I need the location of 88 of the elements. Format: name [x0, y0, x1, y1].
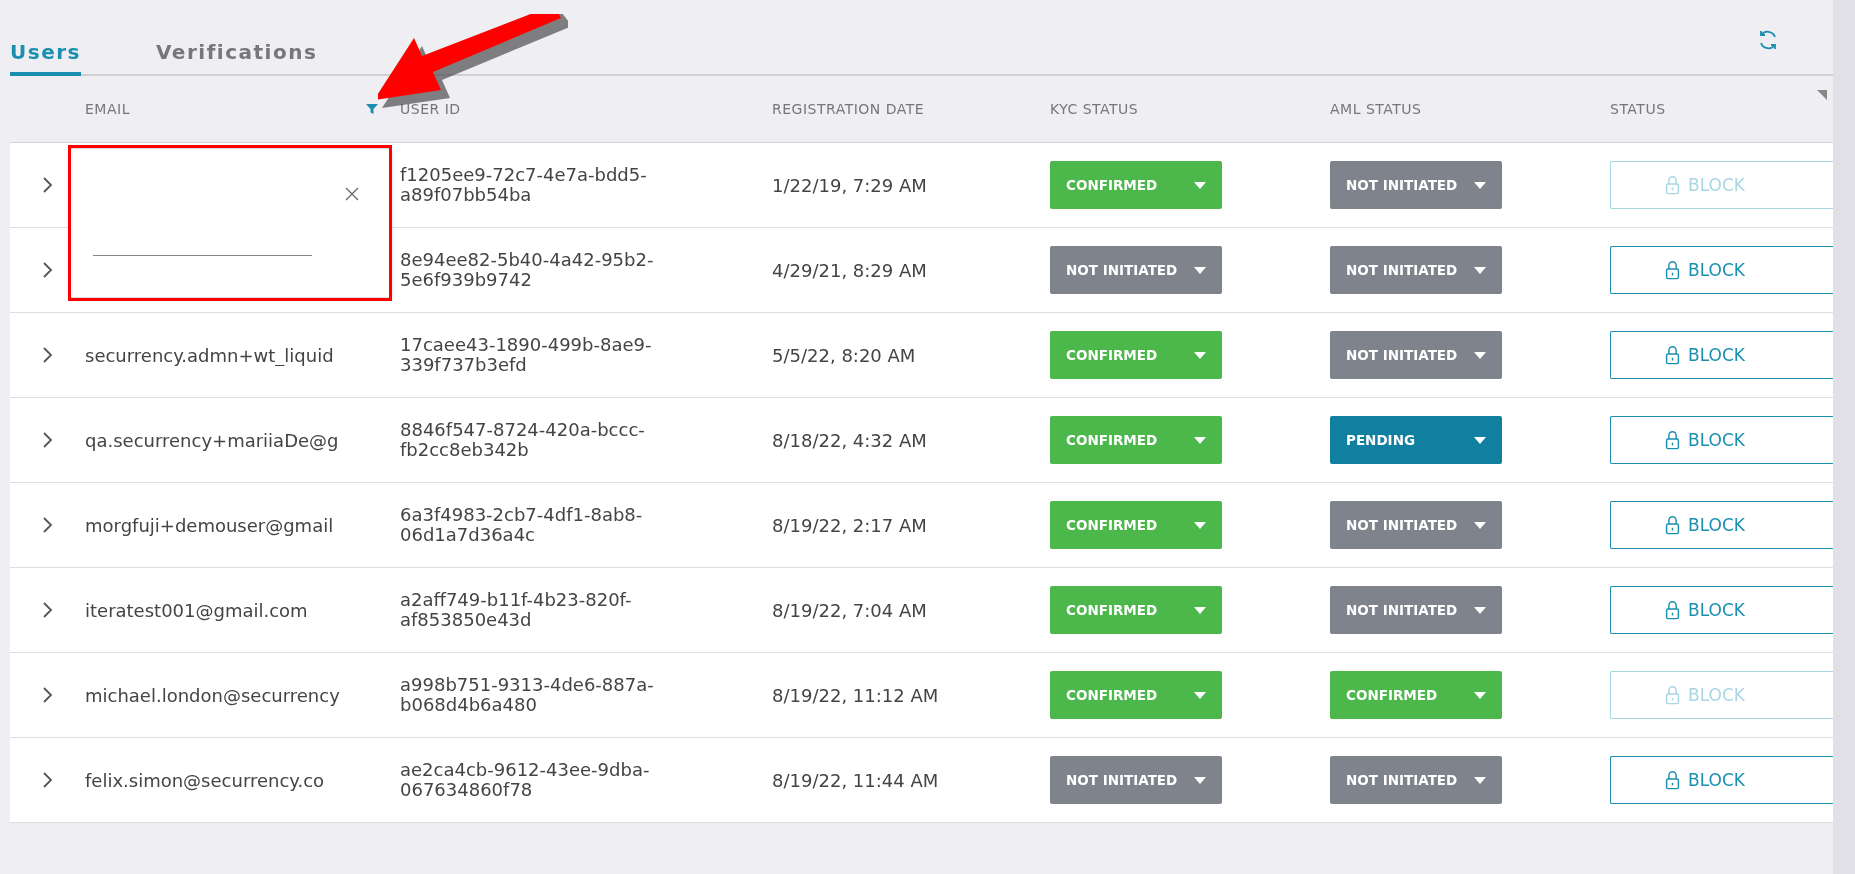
email-cell: michael.london@securrency	[85, 684, 340, 706]
email-cell: qa.securrency+mariiaDe@g	[85, 429, 339, 451]
aml-status-dropdown[interactable]: CONFIRMED	[1330, 671, 1502, 719]
block-button[interactable]: BLOCK	[1610, 756, 1833, 804]
block-button[interactable]: BLOCK	[1610, 331, 1833, 379]
block-button[interactable]: BLOCK	[1610, 246, 1833, 294]
caret-icon	[1474, 181, 1486, 189]
column-header: KYC STATUS	[1050, 101, 1139, 117]
user-id-cell-text: 8e94ee82-5b40-4a42-95b2-5e6f939b9742	[400, 250, 655, 290]
caret-icon	[1194, 266, 1206, 274]
email-cell: iteratest001@gmail.com	[85, 599, 308, 621]
date-cell: 1/22/19, 7:29 AM	[772, 174, 927, 196]
column-header: REGISTRATION DATE	[772, 101, 925, 117]
column-header: STATUS	[1610, 101, 1666, 117]
lock-icon	[1665, 345, 1681, 365]
date-cell: 8/18/22, 4:32 AM	[772, 429, 927, 451]
caret-icon	[1194, 691, 1206, 699]
user-id-cell-text: 17caee43-1890-499b-8ae9-339f737b3efd	[400, 335, 653, 375]
caret-icon	[1194, 776, 1206, 784]
aml-status-dropdown[interactable]: NOT INITIATED	[1330, 331, 1502, 379]
block-button[interactable]: BLOCK	[1610, 416, 1833, 464]
kyc-status-dropdown[interactable]: CONFIRMED	[1050, 331, 1222, 379]
kyc-status-dropdown[interactable]: CONFIRMED	[1050, 586, 1222, 634]
expand-chevron-icon[interactable]	[42, 347, 53, 363]
aml-status-dropdown[interactable]: NOT INITIATED	[1330, 501, 1502, 549]
date-cell: 4/29/21, 8:29 AM	[772, 259, 927, 281]
date-cell: 5/5/22, 8:20 AM	[772, 344, 916, 366]
caret-icon	[1194, 436, 1206, 444]
kyc-status-dropdown[interactable]: CONFIRMED	[1050, 416, 1222, 464]
user-id-cell-text: a998b751-9313-4de6-887a-b068d4b6a480	[400, 675, 655, 715]
tab[interactable]: Verifications	[156, 40, 318, 76]
caret-icon	[1194, 351, 1206, 359]
lock-icon	[1665, 600, 1681, 620]
lock-icon	[1665, 515, 1681, 535]
user-id-cell-text: a2aff749-b11f-4b23-820f-af853850e43d	[400, 590, 633, 630]
user-id-cell-text: 6a3f4983-2cb7-4df1-8ab8-06d1a7d36a4c	[400, 505, 644, 545]
email-cell: felix.simon@securrency.co	[85, 769, 325, 791]
expand-chevron-icon[interactable]	[42, 517, 53, 533]
caret-icon	[1474, 521, 1486, 529]
close-icon[interactable]	[345, 187, 359, 201]
lock-icon	[1665, 770, 1681, 790]
date-cell: 8/19/22, 7:04 AM	[772, 599, 927, 621]
email-cell: morgfuji+demouser@gmail	[85, 514, 334, 536]
caret-icon	[1474, 436, 1486, 444]
user-id-cell-text: f1205ee9-72c7-4e7a-bdd5-a89f07bb54ba	[400, 165, 648, 205]
aml-status-dropdown[interactable]: NOT INITIATED	[1330, 246, 1502, 294]
sort-icon[interactable]	[1817, 90, 1827, 100]
aml-status-dropdown[interactable]: NOT INITIATED	[1330, 161, 1502, 209]
expand-chevron-icon[interactable]	[42, 602, 53, 618]
kyc-status-dropdown[interactable]: CONFIRMED	[1050, 671, 1222, 719]
caret-icon	[1474, 776, 1486, 784]
column-header: EMAIL	[85, 101, 130, 117]
filter-icon[interactable]	[366, 103, 378, 115]
date-cell: 8/19/22, 2:17 AM	[772, 514, 927, 536]
email-cell: securrency.admn+wt_liquid	[85, 344, 334, 366]
date-cell: 8/19/22, 11:44 AM	[772, 769, 939, 791]
expand-chevron-icon[interactable]	[42, 772, 53, 788]
expand-chevron-icon[interactable]	[42, 177, 53, 193]
caret-icon	[1474, 606, 1486, 614]
lock-icon	[1665, 685, 1681, 705]
caret-icon	[1194, 521, 1206, 529]
kyc-status-dropdown[interactable]: NOT INITIATED	[1050, 246, 1222, 294]
caret-icon	[1474, 351, 1486, 359]
column-header: USER ID	[400, 101, 461, 117]
expand-chevron-icon[interactable]	[42, 432, 53, 448]
expand-chevron-icon[interactable]	[42, 687, 53, 703]
block-button[interactable]: BLOCK	[1610, 501, 1833, 549]
kyc-status-dropdown[interactable]: CONFIRMED	[1050, 161, 1222, 209]
lock-icon	[1665, 430, 1681, 450]
lock-icon	[1665, 260, 1681, 280]
caret-icon	[1474, 691, 1486, 699]
aml-status-dropdown[interactable]: NOT INITIATED	[1330, 586, 1502, 634]
aml-status-dropdown[interactable]: NOT INITIATED	[1330, 756, 1502, 804]
lock-icon	[1665, 175, 1681, 195]
block-button[interactable]: BLOCK	[1610, 586, 1833, 634]
user-id-cell-text: 8846f547-8724-420a-bccc-fb2cc8eb342b	[400, 420, 646, 460]
scrollbar[interactable]	[1833, 0, 1855, 874]
date-cell: 8/19/22, 11:12 AM	[772, 684, 939, 706]
caret-icon	[1474, 266, 1486, 274]
expand-chevron-icon[interactable]	[42, 262, 53, 278]
user-id-cell-text: ae2ca4cb-9612-43ee-9dba-067634860f78	[400, 760, 651, 800]
column-header: AML STATUS	[1330, 101, 1422, 117]
kyc-status-dropdown[interactable]: CONFIRMED	[1050, 501, 1222, 549]
kyc-status-dropdown[interactable]: NOT INITIATED	[1050, 756, 1222, 804]
aml-status-dropdown[interactable]: PENDING	[1330, 416, 1502, 464]
caret-icon	[1194, 181, 1206, 189]
tab[interactable]: Users	[10, 40, 81, 76]
caret-icon	[1194, 606, 1206, 614]
